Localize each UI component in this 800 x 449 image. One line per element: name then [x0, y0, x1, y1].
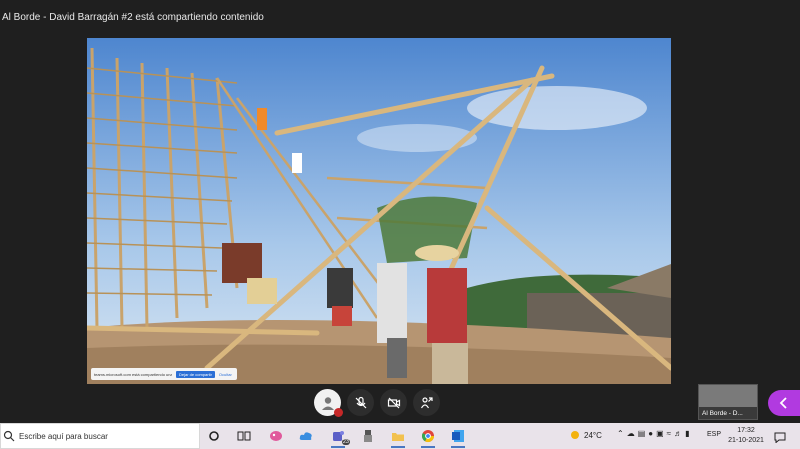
window-title: Al Borde - David Barragán #2 está compar… — [2, 12, 264, 23]
mute-microphone-button[interactable] — [347, 389, 374, 416]
search-icon — [3, 430, 15, 442]
camera-off-button[interactable] — [380, 389, 407, 416]
clock-date: 21-10-2021 — [728, 437, 764, 444]
weather-temp: 24°C — [584, 430, 602, 440]
search-placeholder: Escribe aquí para buscar — [19, 431, 108, 441]
weather-widget[interactable]: 24°C — [570, 430, 602, 440]
share-message: teams.microsoft.com está compartiendo un… — [94, 371, 172, 377]
camera-icon[interactable]: ▣ — [656, 429, 664, 438]
wifi-icon[interactable]: ≈ — [667, 429, 671, 438]
word-icon[interactable] — [450, 428, 466, 448]
share-icon — [420, 396, 433, 408]
person-icon — [321, 396, 334, 410]
battery-icon[interactable]: ▮ — [685, 429, 689, 438]
taskbar-search-box[interactable]: Escribe aquí para buscar — [0, 423, 200, 449]
chevron-left-icon — [779, 397, 787, 409]
participant-thumbnail — [699, 385, 757, 407]
active-indicator — [331, 446, 345, 448]
chat-bubble-icon — [774, 432, 786, 444]
language-indicator[interactable]: ESP — [707, 431, 721, 438]
active-indicator — [391, 446, 405, 448]
paint-icon[interactable] — [268, 428, 284, 444]
cloud-sync-icon[interactable]: ☁ — [627, 429, 635, 438]
camera-off-icon — [387, 397, 400, 408]
hide-button[interactable]: Ocultar — [219, 372, 232, 377]
share-screen-button[interactable] — [413, 389, 440, 416]
notification-center-button[interactable] — [774, 430, 786, 448]
participant-tile[interactable]: Al Borde - D... — [698, 384, 758, 420]
active-indicator — [421, 446, 435, 448]
microphone-icon[interactable]: ● — [648, 429, 653, 438]
mic-off-icon — [355, 396, 366, 408]
call-controls — [314, 389, 440, 417]
usb-icon[interactable] — [360, 428, 376, 444]
mic-off-badge — [334, 408, 343, 417]
shared-photo — [87, 38, 671, 384]
screen-share-bar: teams.microsoft.com está compartiendo un… — [91, 368, 237, 380]
cloud-icon[interactable] — [298, 428, 314, 444]
teams-icon[interactable]: 23 — [330, 428, 350, 448]
user-avatar[interactable] — [314, 389, 343, 417]
active-indicator — [451, 446, 465, 448]
system-tray: ⌃ ☁ ▤ ● ▣ ≈ ♬ ▮ — [617, 429, 689, 438]
notification-badge: 23 — [341, 439, 350, 445]
collapse-panel-button[interactable] — [768, 390, 800, 416]
stop-sharing-button[interactable]: Dejar de compartir — [176, 370, 215, 378]
clock[interactable]: 17:32 21-10-2021 — [726, 426, 766, 446]
volume-icon[interactable]: ♬ — [674, 429, 682, 438]
chevron-up-icon[interactable]: ⌃ — [617, 429, 624, 438]
sun-icon — [571, 431, 579, 439]
network-icon[interactable]: ▤ — [638, 429, 646, 438]
shared-screen: teams.microsoft.com está compartiendo un… — [87, 38, 671, 384]
cortana-icon[interactable] — [206, 428, 222, 444]
participant-name: Al Borde - D... — [702, 410, 743, 417]
task-view-icon[interactable] — [236, 428, 252, 444]
title-bar: Al Borde - David Barragán #2 está compar… — [0, 0, 800, 34]
taskbar: Escribe aquí para buscar 23 24°C ⌃ ☁ ▤ ●… — [0, 423, 800, 449]
clock-time: 17:32 — [737, 427, 755, 434]
chrome-icon[interactable] — [420, 428, 436, 448]
file-explorer-icon[interactable] — [390, 428, 406, 448]
